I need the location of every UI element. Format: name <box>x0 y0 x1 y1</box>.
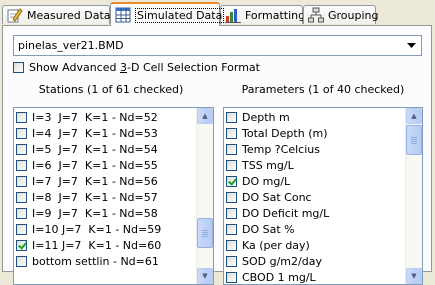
item-label: Depth m <box>242 110 290 124</box>
bar-chart-icon <box>225 7 241 23</box>
scroll-down-icon[interactable]: ▼ <box>406 268 422 284</box>
item-checkbox[interactable] <box>16 191 27 203</box>
item-checkbox[interactable] <box>226 159 237 171</box>
list-item[interactable]: I=6 J=7 K=1 - Nd=55 <box>16 157 196 173</box>
item-checkbox[interactable] <box>16 255 27 267</box>
item-label: DO mg/L <box>242 174 291 188</box>
tab-label: Simulated Data <box>135 7 225 23</box>
item-checkbox[interactable] <box>16 239 27 251</box>
scroll-thumb[interactable] <box>406 125 422 155</box>
tab-label: Grouping <box>328 8 379 22</box>
parameters-header: Parameters (1 of 40 checked) <box>241 83 405 96</box>
file-select[interactable]: pinelas_ver21.BMD <box>13 35 422 56</box>
scroll-down-icon[interactable]: ▼ <box>197 268 213 284</box>
parameters-list[interactable]: Depth m Total Depth (m) Temp ?Celcius TSS m… <box>223 107 423 285</box>
item-checkbox[interactable] <box>226 223 237 235</box>
list-item[interactable]: I=5 J=7 K=1 - Nd=54 <box>16 141 196 157</box>
advanced-3d-checkbox[interactable] <box>13 62 24 73</box>
stations-scrollbar[interactable]: ▲ ▼ <box>196 108 213 284</box>
parameters-scrollbar[interactable]: ▲ ▼ <box>405 108 422 284</box>
list-item[interactable]: Ka (per day) <box>226 237 405 253</box>
list-item[interactable]: bottom settlin - Nd=61 <box>16 253 196 269</box>
item-checkbox[interactable] <box>226 271 237 283</box>
tab-simulated-data[interactable]: Simulated Data <box>110 2 225 26</box>
item-checkbox[interactable] <box>16 159 27 171</box>
item-checkbox[interactable] <box>16 207 27 219</box>
item-checkbox[interactable] <box>16 143 27 155</box>
item-checkbox[interactable] <box>226 175 237 187</box>
advanced-3d-label: Show Advanced 3-D Cell Selection Format <box>29 61 260 74</box>
item-checkbox[interactable] <box>226 255 237 267</box>
item-label: I=8 J=7 K=1 - Nd=57 <box>32 190 158 204</box>
grid-table-icon <box>115 7 131 23</box>
list-item[interactable]: I=7 J=7 K=1 - Nd=56 <box>16 173 196 189</box>
list-item[interactable]: DO Deficit mg/L <box>226 205 405 221</box>
item-label: DO Deficit mg/L <box>242 206 330 220</box>
list-item[interactable]: DO Sat Conc <box>226 189 405 205</box>
list-item[interactable]: DO mg/L <box>226 173 405 189</box>
item-checkbox[interactable] <box>226 191 237 203</box>
hierarchy-icon <box>308 7 324 23</box>
item-label: I=7 J=7 K=1 - Nd=56 <box>32 174 158 188</box>
item-label: Ka (per day) <box>242 238 310 252</box>
scroll-up-icon[interactable]: ▲ <box>406 108 422 124</box>
item-label: I=9 J=7 K=1 - Nd=58 <box>32 206 158 220</box>
list-item[interactable]: I=11 J=7 K=1 - Nd=60 <box>16 237 196 253</box>
item-checkbox[interactable] <box>16 111 27 123</box>
list-item[interactable]: DO Sat % <box>226 221 405 237</box>
item-checkbox[interactable] <box>226 127 237 139</box>
list-item[interactable]: I=9 J=7 K=1 - Nd=58 <box>16 205 196 221</box>
item-label: I=10 J=7 K=1 - Nd=59 <box>32 222 162 236</box>
tab-formatting[interactable]: Formatting <box>220 5 306 24</box>
tab-measured-data[interactable]: Measured Data <box>2 5 111 24</box>
list-item[interactable]: I=4 J=7 K=1 - Nd=53 <box>16 125 196 141</box>
item-checkbox[interactable] <box>226 111 237 123</box>
item-checkbox[interactable] <box>16 127 27 139</box>
item-checkbox[interactable] <box>16 223 27 235</box>
item-label: Temp ?Celcius <box>242 142 320 156</box>
list-item[interactable]: CBOD 1 mg/L <box>226 269 405 284</box>
tab-grouping[interactable]: Grouping <box>303 5 379 24</box>
item-label: I=11 J=7 K=1 - Nd=60 <box>32 238 162 252</box>
item-checkbox[interactable] <box>16 175 27 187</box>
list-item[interactable]: Total Depth (m) <box>226 125 405 141</box>
item-checkbox[interactable] <box>226 207 237 219</box>
list-item[interactable]: I=10 J=7 K=1 - Nd=59 <box>16 221 196 237</box>
item-label: TSS mg/L <box>242 158 294 172</box>
simulated-data-panel: pinelas_ver21.BMD Show Advanced 3-D Cell… <box>2 25 432 285</box>
item-label: I=6 J=7 K=1 - Nd=55 <box>32 158 158 172</box>
item-label: Total Depth (m) <box>242 126 328 140</box>
list-item[interactable]: Depth m <box>226 109 405 125</box>
item-label: SOD g/m2/day <box>242 254 322 268</box>
list-item[interactable]: Temp ?Celcius <box>226 141 405 157</box>
item-label: DO Sat % <box>242 222 295 236</box>
list-item[interactable]: TSS mg/L <box>226 157 405 173</box>
item-label: I=4 J=7 K=1 - Nd=53 <box>32 126 158 140</box>
file-select-value: pinelas_ver21.BMD <box>18 39 124 52</box>
item-label: bottom settlin - Nd=61 <box>32 254 159 268</box>
tab-label: Formatting <box>245 8 306 22</box>
list-item[interactable]: I=3 J=7 K=1 - Nd=52 <box>16 109 196 125</box>
edit-pencil-icon <box>7 7 23 23</box>
scroll-thumb[interactable] <box>197 218 213 248</box>
stations-list[interactable]: I=3 J=7 K=1 - Nd=52 I=4 J=7 K=1 - Nd=53 I=… <box>13 107 214 285</box>
advanced-3d-option[interactable]: Show Advanced 3-D Cell Selection Format <box>13 61 260 74</box>
item-label: I=3 J=7 K=1 - Nd=52 <box>32 110 158 124</box>
stations-header: Stations (1 of 61 checked) <box>38 83 184 96</box>
list-item[interactable]: SOD g/m2/day <box>226 253 405 269</box>
tab-label: Measured Data <box>27 8 111 22</box>
item-checkbox[interactable] <box>226 239 237 251</box>
scroll-up-icon[interactable]: ▲ <box>197 108 213 124</box>
item-label: DO Sat Conc <box>242 190 312 204</box>
list-item[interactable]: I=8 J=7 K=1 - Nd=57 <box>16 189 196 205</box>
item-label: I=5 J=7 K=1 - Nd=54 <box>32 142 158 156</box>
item-label: CBOD 1 mg/L <box>242 270 316 284</box>
tab-strip: Measured Data Simulated Data Formatting <box>0 0 435 26</box>
chevron-down-icon[interactable] <box>404 38 419 53</box>
item-checkbox[interactable] <box>226 143 237 155</box>
